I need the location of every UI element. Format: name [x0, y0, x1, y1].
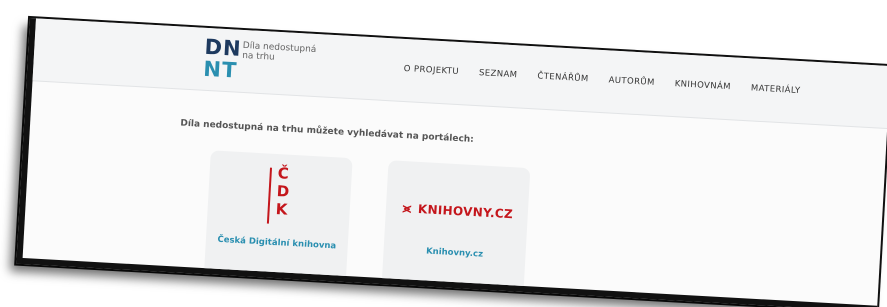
main-nav: O PROJEKTU SEZNAM ČTENÁŘŮM AUTORŮM KNIHO… [403, 64, 800, 96]
nav-item-seznam[interactable]: SEZNAM [479, 68, 518, 80]
intro-text: Díla nedostupná na trhu můžete vyhledáva… [180, 118, 475, 145]
cdk-letter-k: K [275, 200, 288, 219]
site-header: DN NT Díla nedostupná na trhu O PROJEKTU… [32, 18, 887, 130]
cdk-letter-d: D [276, 182, 290, 201]
cdk-logo-bar [266, 167, 273, 224]
cdk-letter-c: Č [277, 164, 290, 183]
logo-mark-line2: NT [202, 56, 238, 83]
card-label-cdk[interactable]: Česká Digitální knihovna [206, 234, 348, 252]
knihovny-arrow-icon: ⪤ [402, 201, 412, 217]
logo-tagline: Díla nedostupná na trhu [242, 41, 353, 67]
nav-item-autorum[interactable]: AUTORŮM [608, 75, 655, 88]
nav-item-o-projektu[interactable]: O PROJEKTU [403, 64, 459, 77]
knihovny-logo: ⪤ KNIHOVNY.CZ [398, 201, 519, 223]
screenshot-stage: DN NT Díla nedostupná na trhu O PROJEKTU… [0, 0, 887, 307]
card-label-knihovny[interactable]: Knihovny.cz [383, 244, 525, 262]
nav-item-knihovnam[interactable]: KNIHOVNÁM [674, 79, 731, 92]
cdk-logo: Č D K [275, 164, 290, 219]
portal-card-cdk[interactable]: Č D K Česká Digitální knihovna [203, 150, 353, 289]
site-logo[interactable]: DN NT Díla nedostupná na trhu [202, 35, 355, 92]
knihovny-logo-text: KNIHOVNY.CZ [417, 201, 514, 222]
logo-mark: DN NT [202, 35, 243, 83]
page-sheet: DN NT Díla nedostupná na trhu O PROJEKTU… [16, 18, 887, 307]
nav-item-ctenarum[interactable]: ČTENÁŘŮM [537, 71, 589, 84]
nav-item-materialy[interactable]: MATERIÁLY [751, 83, 801, 96]
portal-card-knihovny[interactable]: ⪤ KNIHOVNY.CZ Knihovny.cz [381, 160, 531, 298]
